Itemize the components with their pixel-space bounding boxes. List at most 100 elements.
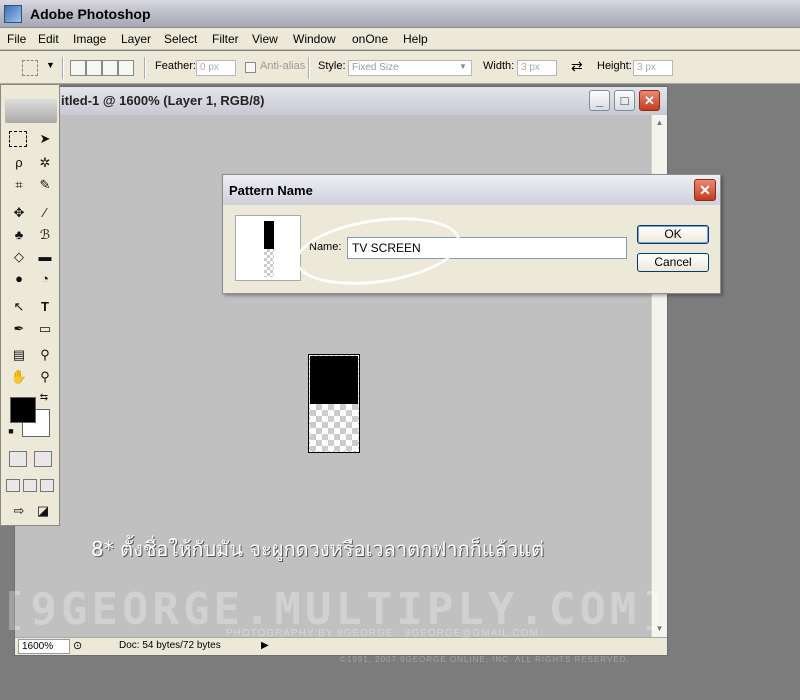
cancel-button[interactable]: Cancel <box>637 253 709 272</box>
menu-help[interactable]: Help <box>403 32 428 46</box>
scroll-up-icon[interactable]: ▲ <box>654 117 665 129</box>
brush-tool-icon[interactable]: ∕ <box>35 203 55 223</box>
app-title: Adobe Photoshop <box>30 6 151 22</box>
blur-tool-icon[interactable]: ● <box>9 269 29 289</box>
preview-transparent-pixels <box>264 249 274 277</box>
document-titlebar[interactable]: itled-1 @ 1600% (Layer 1, RGB/8) _ □ ✕ <box>15 87 667 115</box>
path-selection-tool-icon[interactable]: ↖ <box>9 297 29 317</box>
feather-label: Feather: <box>155 60 196 72</box>
standard-mode-icon[interactable] <box>9 451 27 467</box>
tutorial-caption: 8* ตั้งชื่อให้กับมัน จะผูกดวงหรือเวลาตกฟ… <box>91 537 545 561</box>
maximize-button[interactable]: □ <box>614 90 635 111</box>
app-titlebar: Adobe Photoshop <box>0 0 800 28</box>
zoom-tool-icon[interactable]: ⚲ <box>35 367 55 387</box>
full-screen-mode-icon[interactable] <box>40 479 54 492</box>
rectangle-shape-tool-icon[interactable]: ▭ <box>35 319 55 339</box>
standard-screen-mode-icon[interactable] <box>6 479 20 492</box>
zoom-input[interactable]: 1600% <box>18 639 70 654</box>
style-select[interactable]: Fixed Size <box>348 60 472 76</box>
new-selection-icon[interactable] <box>70 60 86 76</box>
close-button[interactable]: ✕ <box>639 90 660 111</box>
healing-brush-tool-icon[interactable]: ✥ <box>9 203 29 223</box>
watermark-credit: PHOTOGRAPHY BY 9GEORGE : 9GEORGE@GMAIL.C… <box>226 628 539 639</box>
swap-colors-icon[interactable]: ⇆ <box>37 391 51 405</box>
pattern-preview-thumbnail <box>235 215 301 281</box>
full-screen-menu-mode-icon[interactable] <box>23 479 37 492</box>
minimize-icon: _ <box>595 93 604 108</box>
status-menu-arrow-icon[interactable]: ▶ <box>261 640 269 651</box>
default-colors-icon[interactable]: ■ <box>5 425 17 437</box>
navigator-icon[interactable]: ⊙ <box>73 639 82 652</box>
rectangular-marquee-tool-icon[interactable] <box>9 131 27 147</box>
menu-view[interactable]: View <box>252 32 278 46</box>
menu-layer[interactable]: Layer <box>121 32 151 46</box>
document-title: itled-1 @ 1600% (Layer 1, RGB/8) <box>61 93 265 108</box>
transparent-pixels <box>310 404 358 451</box>
subtract-selection-icon[interactable] <box>102 60 118 76</box>
hand-tool-icon[interactable]: ✋ <box>9 367 29 387</box>
antialias-checkbox[interactable] <box>245 62 256 73</box>
document-status-bar: 1600% ⊙ Doc: 54 bytes/72 bytes ▶ <box>15 637 667 655</box>
black-pixels <box>310 356 358 404</box>
menu-onone[interactable]: onOne <box>352 32 388 46</box>
intersect-selection-icon[interactable] <box>118 60 134 76</box>
options-bar: ▼ Feather: 0 px Anti-alias Style: Fixed … <box>0 51 800 84</box>
watermark-copyright: ©1991, 2007 9GEORGE ONLINE, INC. ALL RIG… <box>340 655 630 664</box>
photoshop-feather-logo-icon[interactable] <box>5 99 57 123</box>
chevron-down-icon[interactable]: ▼ <box>459 62 467 71</box>
document-info: Doc: 54 bytes/72 bytes <box>119 640 221 651</box>
style-label: Style: <box>318 60 346 72</box>
height-input[interactable]: 3 px <box>633 60 673 76</box>
menu-bar: File Edit Image Layer Select Filter View… <box>0 28 800 50</box>
gradient-tool-icon[interactable]: ▬ <box>35 247 55 267</box>
chevron-down-icon[interactable]: ▼ <box>46 60 55 70</box>
ok-button[interactable]: OK <box>637 225 709 244</box>
eyedropper-tool-icon[interactable]: ⚲ <box>35 345 55 365</box>
menu-filter[interactable]: Filter <box>212 32 239 46</box>
foreground-color-swatch[interactable] <box>10 397 36 423</box>
menu-image[interactable]: Image <box>73 32 106 46</box>
slice-tool-icon[interactable]: ✎ <box>35 175 55 195</box>
swap-dimensions-icon[interactable]: ⇄ <box>571 58 583 75</box>
menu-select[interactable]: Select <box>164 32 197 46</box>
quick-mask-mode-icon[interactable] <box>34 451 52 467</box>
crop-tool-icon[interactable]: ⌗ <box>9 175 29 195</box>
dodge-tool-icon[interactable]: ◔ <box>35 269 55 289</box>
preview-black-pixels <box>264 221 274 249</box>
type-tool-icon[interactable]: T <box>35 297 55 317</box>
add-to-selection-icon[interactable] <box>86 60 102 76</box>
divider <box>308 57 310 79</box>
close-icon: ✕ <box>644 93 655 108</box>
height-label: Height: <box>597 60 632 72</box>
dialog-title: Pattern Name <box>229 183 313 198</box>
history-brush-tool-icon[interactable]: ℬ <box>35 225 55 245</box>
magic-wand-tool-icon[interactable]: ✲ <box>35 153 55 173</box>
dialog-titlebar[interactable]: Pattern Name ✕ <box>223 175 720 205</box>
menu-file[interactable]: File <box>7 32 26 46</box>
width-input[interactable]: 3 px <box>517 60 557 76</box>
menu-edit[interactable]: Edit <box>38 32 59 46</box>
divider <box>144 57 146 79</box>
notes-tool-icon[interactable]: ▤ <box>9 345 29 365</box>
clone-stamp-tool-icon[interactable]: ♣ <box>9 225 29 245</box>
eraser-tool-icon[interactable]: ◇ <box>9 247 29 267</box>
toolbox: ➤ ρ ✲ ⌗ ✎ ✥ ∕ ♣ ℬ ◇ ▬ ● ◔ ↖ T ✒ ▭ ▤ ⚲ ✋ … <box>0 84 60 526</box>
marquee-tool-preset-icon[interactable] <box>22 60 38 76</box>
selected-pattern-artwork[interactable] <box>308 354 360 453</box>
pattern-name-input[interactable] <box>347 237 627 259</box>
close-icon: ✕ <box>699 182 711 198</box>
name-label: Name: <box>309 241 342 253</box>
minimize-button[interactable]: _ <box>589 90 610 111</box>
jump-to-imageready-icon[interactable]: ⇨ <box>9 501 29 521</box>
move-tool-icon[interactable]: ➤ <box>35 129 55 149</box>
pen-tool-icon[interactable]: ✒ <box>9 319 29 339</box>
imageready-icon[interactable]: ◪ <box>33 501 53 521</box>
width-label: Width: <box>483 60 515 72</box>
document-window: itled-1 @ 1600% (Layer 1, RGB/8) _ □ ✕ 8… <box>14 86 668 656</box>
dialog-close-button[interactable]: ✕ <box>694 179 716 201</box>
menu-window[interactable]: Window <box>293 32 336 46</box>
lasso-tool-icon[interactable]: ρ <box>9 153 29 173</box>
feather-input[interactable]: 0 px <box>196 60 236 76</box>
maximize-icon: □ <box>620 93 629 108</box>
antialias-label: Anti-alias <box>260 60 306 72</box>
